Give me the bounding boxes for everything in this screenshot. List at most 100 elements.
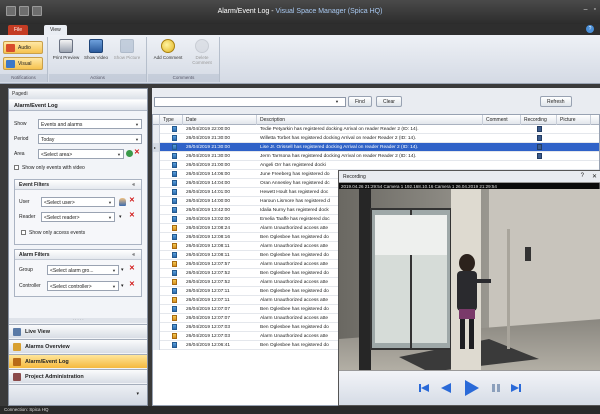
controller-select-value: <Select controller>	[50, 284, 92, 290]
column-header-type[interactable]: Type	[160, 115, 183, 125]
clear-reader-icon[interactable]: ✕	[129, 211, 135, 219]
only-video-checkbox[interactable]: Show only events with video	[14, 165, 85, 171]
column-header-comment[interactable]: Comment	[483, 115, 521, 125]
row-marker	[153, 188, 160, 197]
status-bar: Connection: Spica HQ	[0, 406, 600, 414]
add-comment-button[interactable]: Add Comment	[152, 39, 184, 60]
camera-frame[interactable]	[339, 189, 600, 372]
area-select[interactable]: <Select area> ▼	[38, 149, 124, 159]
ribbon-group-actions: Print Preview Show Video Show Picture Ac…	[49, 37, 147, 82]
search-dropdown-icon[interactable]: ▼	[335, 99, 339, 104]
group-select[interactable]: <Select alarm gro... ▼	[47, 265, 119, 275]
alarm-event-icon	[172, 297, 177, 303]
recording-icon[interactable]	[537, 153, 542, 159]
clear-area-icon[interactable]: ✕	[134, 148, 140, 156]
picture-icon	[120, 39, 134, 53]
skip-forward-icon[interactable]	[509, 381, 523, 395]
column-header-description[interactable]: Description	[257, 115, 483, 125]
reader-dropdown-icon[interactable]: ▾	[119, 214, 122, 220]
table-row[interactable]: 26/04/2019 22:00:00 Tedie Petyarkin has r…	[153, 125, 599, 134]
visual-button-label: Visual	[18, 61, 32, 67]
nav-item-project-administration[interactable]: Project Administration	[9, 369, 147, 383]
controller-select[interactable]: <Select controller> ▼	[47, 281, 119, 291]
table-row[interactable]: ▸ 26/04/2019 21:30:00 Lise Jr. Orissell ha…	[153, 143, 599, 152]
recording-icon[interactable]	[537, 144, 542, 150]
find-button[interactable]: Find	[348, 96, 372, 107]
alarm-event-icon	[172, 261, 177, 267]
row-marker	[153, 206, 160, 215]
chevron-down-icon: ▼	[117, 152, 121, 157]
search-input[interactable]	[154, 97, 346, 107]
cell-date: 26/04/2019 22:00:00	[186, 127, 231, 132]
row-marker	[153, 287, 160, 296]
table-row[interactable]: 26/04/2019 21:00:00 Angeli Orr has regist…	[153, 161, 599, 170]
print-preview-button[interactable]: Print Preview	[52, 39, 80, 60]
globe-icon[interactable]	[126, 150, 133, 157]
row-marker	[153, 161, 160, 170]
event-filters-header[interactable]: Event Filters «	[15, 180, 141, 190]
only-video-label: Show only events with video	[22, 165, 85, 171]
event-log-icon	[13, 358, 21, 366]
recording-icon[interactable]	[537, 126, 542, 132]
tab-file[interactable]: File	[8, 25, 29, 35]
show-video-label: Show Video	[84, 55, 108, 60]
refresh-button[interactable]: Refresh	[540, 96, 572, 107]
skip-back-icon[interactable]	[417, 381, 431, 395]
window-title: Alarm/Event Log - Visual Space Manager (…	[0, 8, 600, 15]
restore-icon[interactable]: ▫	[594, 6, 596, 13]
nav-overflow-bar: ▾	[9, 384, 147, 405]
table-row[interactable]: 26/04/2019 21:30:00 Willetta Torbet has r…	[153, 134, 599, 143]
door-event-icon	[172, 342, 177, 348]
user-select[interactable]: <Select user> ▼	[41, 197, 115, 207]
minimize-icon[interactable]: –	[584, 6, 588, 13]
controller-dropdown-icon[interactable]: ▾	[121, 283, 124, 289]
nav-item-live-view[interactable]: Live View	[9, 324, 147, 338]
table-row[interactable]: 26/04/2019 21:30:00 Jerm Tarrsona has reg…	[153, 152, 599, 161]
recording-icon[interactable]	[537, 135, 542, 141]
clear-button[interactable]: Clear	[376, 96, 402, 107]
close-icon[interactable]: ✕	[592, 173, 597, 180]
group-dropdown-icon[interactable]: ▾	[121, 267, 124, 273]
help-icon[interactable]: ?	[586, 25, 594, 33]
chevron-down-icon: ▼	[112, 268, 116, 273]
delete-comment-button[interactable]: Delete Comment	[186, 39, 218, 65]
period-select[interactable]: Today ▼	[38, 134, 142, 144]
clear-group-icon[interactable]: ✕	[129, 264, 135, 272]
show-picture-button[interactable]: Show Picture	[113, 39, 141, 60]
clear-controller-icon[interactable]: ✕	[129, 280, 135, 288]
alarm-filters-title: Alarm Filters	[19, 252, 50, 258]
nav-item-alarms-overview[interactable]: Alarms Overview	[9, 339, 147, 353]
tab-view[interactable]: View	[44, 25, 67, 35]
nav-splitter[interactable]: · · · · ·	[9, 318, 147, 323]
door-event-icon	[172, 270, 177, 276]
help-icon[interactable]: ?	[581, 173, 584, 180]
cell-date: 26/04/2019 12:07:11	[186, 289, 230, 294]
user-picker-icon[interactable]	[119, 198, 126, 206]
cell-date: 26/04/2019 12:08:11	[186, 253, 230, 258]
cell-date: 26/04/2019 14:01:00	[186, 190, 231, 195]
alarm-filters-header[interactable]: Alarm Filters «	[15, 250, 141, 260]
play-icon[interactable]	[461, 378, 481, 398]
only-access-checkbox[interactable]: Show only access events	[21, 230, 85, 236]
column-header-recording[interactable]: Recording	[521, 115, 557, 125]
audio-button[interactable]: Audio	[3, 41, 43, 54]
column-header-date[interactable]: Date	[183, 115, 257, 125]
nav-item-alarm-event-log[interactable]: Alarm/Event Log	[9, 354, 147, 368]
administration-icon	[13, 373, 21, 381]
clear-user-icon[interactable]: ✕	[129, 196, 135, 204]
pause-icon[interactable]	[489, 381, 503, 395]
show-video-button[interactable]: Show Video	[82, 39, 110, 60]
reader-select[interactable]: <Select reader> ▼	[41, 212, 115, 222]
door-event-icon	[172, 306, 177, 312]
cell-date: 26/04/2019 13:02:00	[186, 217, 231, 222]
video-title-bar: Recording ? ✕	[339, 171, 600, 183]
audio-button-label: Audio	[18, 45, 31, 51]
nav-overflow-icon[interactable]: ▾	[136, 391, 139, 397]
step-back-icon[interactable]	[439, 381, 453, 395]
cell-date: 26/04/2019 12:07:57	[186, 262, 231, 267]
add-comment-label: Add Comment	[153, 55, 183, 60]
show-select[interactable]: Events and alarms ▼	[38, 119, 142, 129]
column-header-picture[interactable]: Picture	[557, 115, 591, 125]
visual-button[interactable]: Visual	[3, 57, 43, 70]
delete-comment-icon	[195, 39, 209, 53]
